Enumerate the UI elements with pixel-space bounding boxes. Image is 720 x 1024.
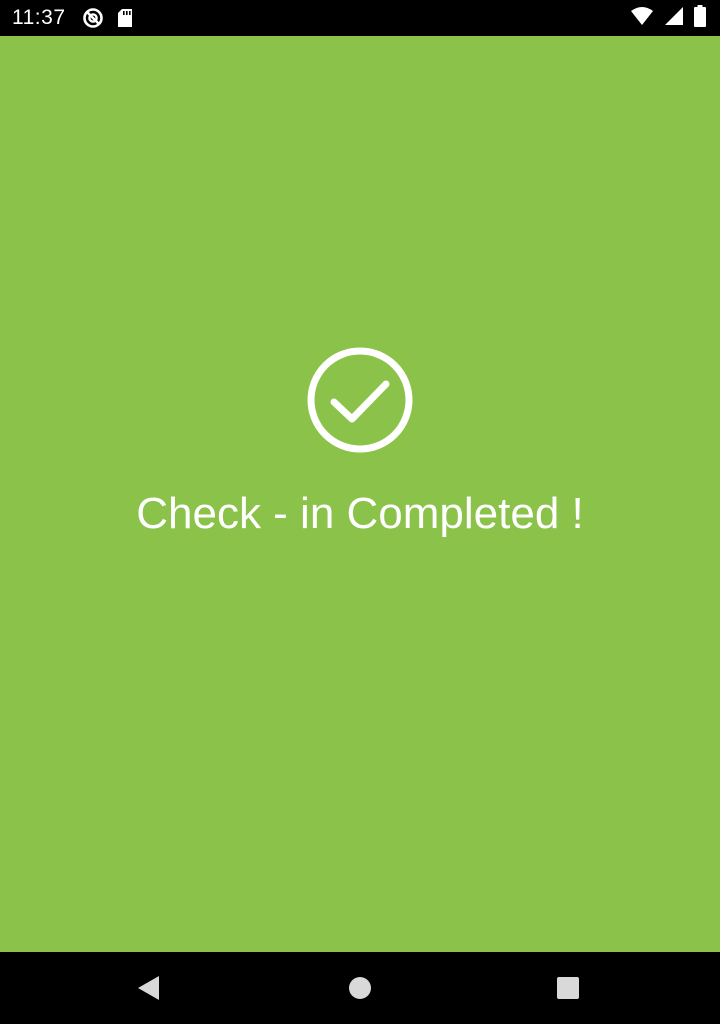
status-time: 11:37 — [12, 6, 66, 29]
check-circle-icon — [307, 347, 413, 453]
checkin-success-screen: Check - in Completed ! — [0, 36, 720, 952]
vpn-blocked-icon — [82, 7, 104, 29]
sd-card-icon — [116, 8, 134, 28]
status-bar: 11:37 — [0, 0, 720, 36]
wifi-icon — [630, 6, 654, 31]
navigation-bar — [0, 952, 720, 1024]
status-bar-right — [630, 4, 706, 32]
status-bar-left: 11:37 — [12, 6, 146, 30]
back-icon[interactable] — [135, 974, 163, 1002]
checkin-completed-message: Check - in Completed ! — [136, 489, 584, 538]
signal-icon — [664, 6, 684, 31]
home-icon[interactable] — [346, 974, 374, 1002]
battery-icon — [694, 4, 706, 32]
recents-icon[interactable] — [554, 974, 582, 1002]
